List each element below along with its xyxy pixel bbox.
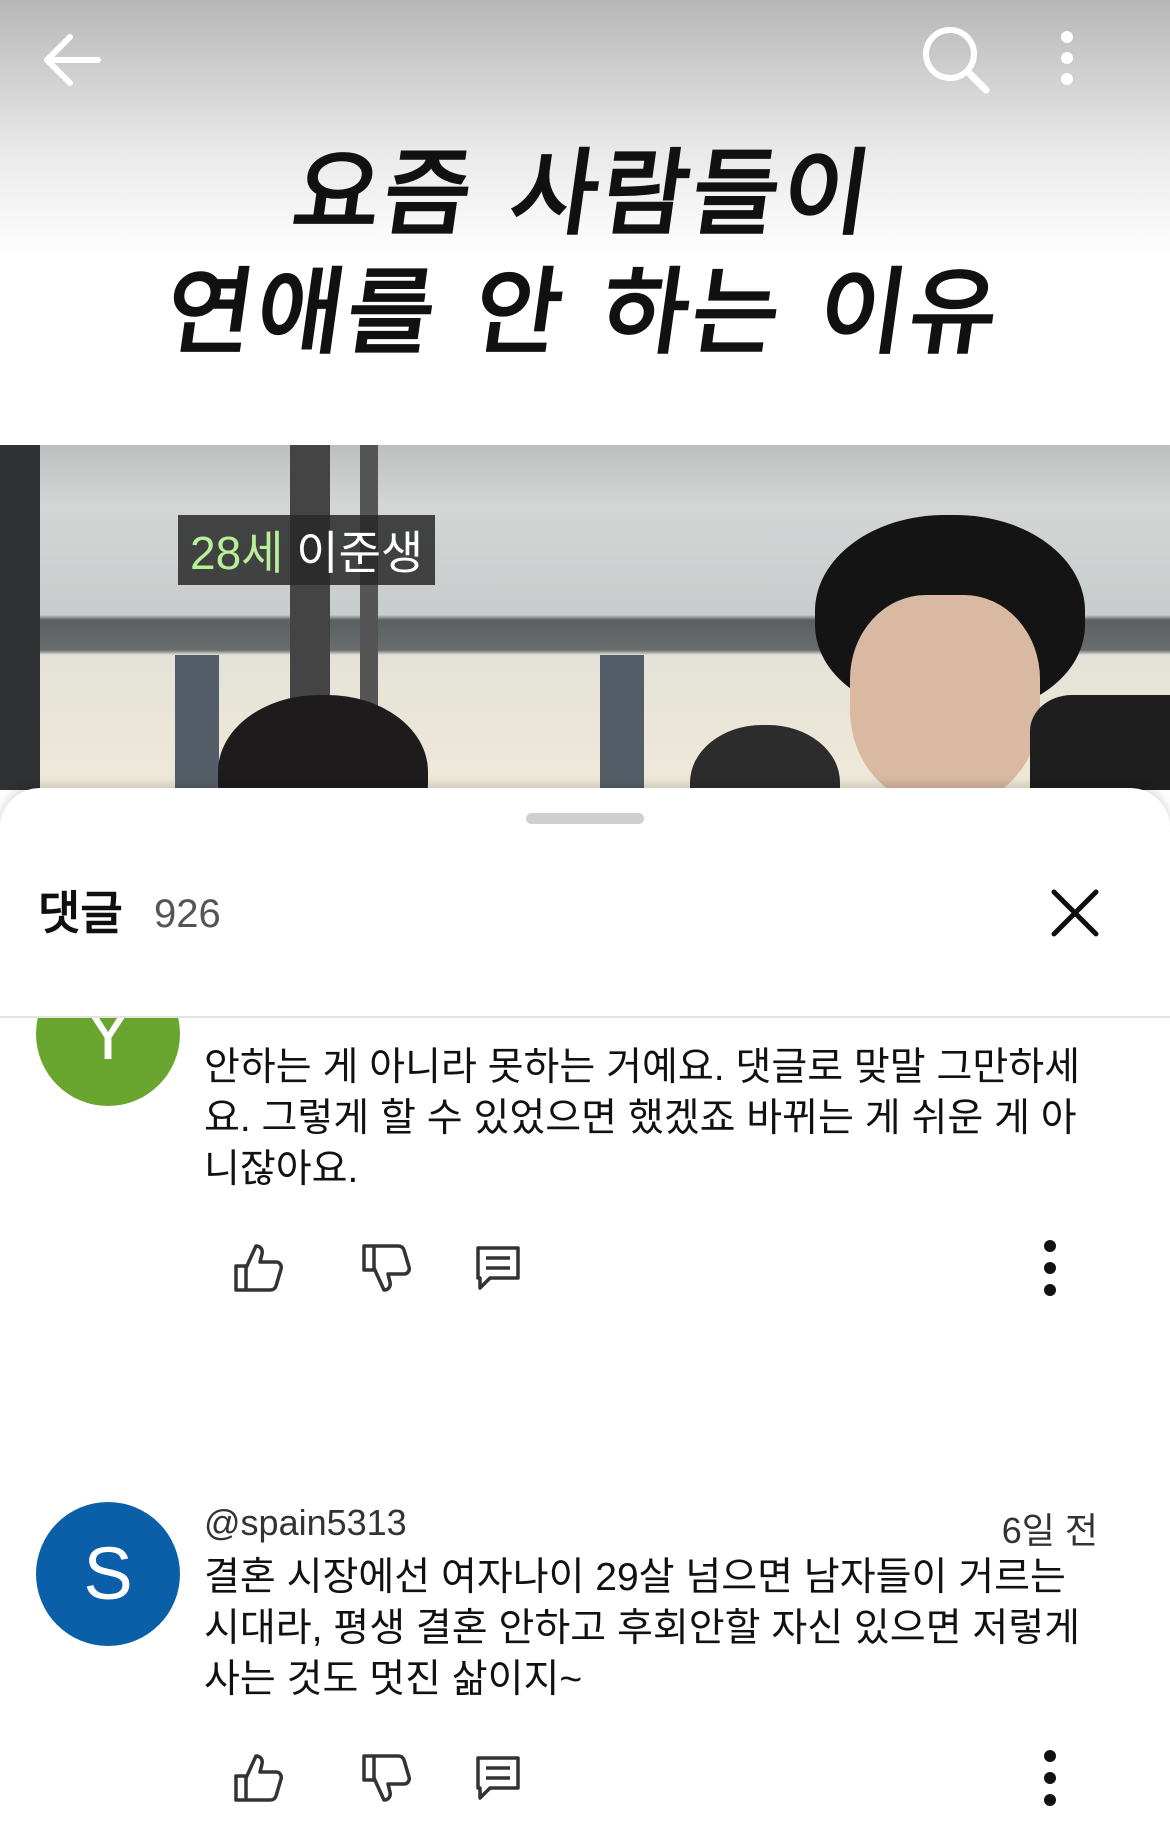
comment-item: S @spain5313 6일 전 결혼 시장에선 여자나이 29살 넘으면 남…	[0, 1502, 1170, 1821]
comment-more-button[interactable]	[1020, 1748, 1080, 1808]
reply-button[interactable]	[468, 1748, 528, 1808]
person-bg	[690, 725, 840, 790]
comments-header: 댓글 926	[0, 858, 1170, 968]
more-vertical-icon	[1044, 1750, 1056, 1806]
comment-text: 결혼 시장에선 여자나이 29살 넘으면 남자들이 거르는 시대라, 평생 결혼…	[204, 1556, 1081, 1701]
back-button[interactable]	[38, 25, 108, 95]
person-left	[218, 695, 428, 790]
video-player[interactable]: 요즘 사람들이 연애를 안 하는 이유 28세 이준생	[0, 0, 1170, 790]
search-icon	[923, 27, 990, 94]
comment-actions	[0, 1748, 1170, 1818]
thumbs-up-icon	[234, 1754, 283, 1802]
avatar[interactable]: S	[36, 1502, 180, 1646]
like-button[interactable]	[228, 1238, 288, 1298]
close-button[interactable]	[1042, 880, 1108, 946]
comment-more-button[interactable]	[1020, 1238, 1080, 1298]
speaker-caption: 28세 이준생	[178, 515, 436, 585]
more-vertical-icon	[1061, 31, 1073, 85]
reply-button[interactable]	[468, 1238, 528, 1298]
person-right-shoulder	[1030, 695, 1170, 790]
comment-time: 6일 전	[1001, 1510, 1098, 1551]
dislike-button[interactable]	[356, 1748, 416, 1808]
comments-count: 926	[154, 892, 221, 936]
comments-sheet: 댓글 926 Y 안하는 게 아니라 못하는 거예요. 댓글로 맞말 그만하세요…	[0, 788, 1170, 1821]
video-title-line-2: 연애를 안 하는 이유	[159, 259, 1009, 368]
comment-text: 안하는 게 아니라 못하는 거예요. 댓글로 맞말 그만하세요. 그렇게 할 수…	[204, 1046, 1081, 1191]
comment-icon	[476, 1246, 520, 1290]
comment-icon	[476, 1756, 520, 1800]
speaker-age: 28세	[190, 527, 284, 579]
dislike-button[interactable]	[356, 1238, 416, 1298]
comment-list[interactable]: Y 안하는 게 아니라 못하는 거예요. 댓글로 맞말 그만하세요. 그렇게 할…	[0, 1018, 1170, 1821]
person-right-face	[850, 595, 1040, 790]
comments-title: 댓글	[38, 886, 123, 940]
comment-item: Y 안하는 게 아니라 못하는 거예요. 댓글로 맞말 그만하세요. 그렇게 할…	[0, 1018, 1170, 1334]
like-button[interactable]	[228, 1748, 288, 1808]
thumbs-down-icon	[362, 1754, 411, 1802]
speaker-name: 이준생	[296, 527, 424, 579]
comment-actions	[0, 1238, 1170, 1308]
arrow-left-icon	[44, 34, 101, 86]
avatar-letter: Y	[83, 1018, 133, 1075]
thumbs-down-icon	[362, 1244, 411, 1292]
video-title-line-1: 요즘 사람들이	[286, 140, 882, 249]
more-vertical-icon	[1044, 1240, 1056, 1296]
search-button[interactable]	[918, 22, 992, 96]
thumbs-up-icon	[234, 1244, 283, 1292]
video-frame: 28세 이준생	[0, 445, 1170, 790]
drag-handle[interactable]	[526, 813, 644, 824]
more-options-button[interactable]	[1040, 22, 1094, 96]
close-icon	[1051, 889, 1099, 937]
comment-author[interactable]: @spain5313	[204, 1502, 407, 1544]
avatar[interactable]: Y	[36, 1018, 180, 1106]
avatar-letter: S	[83, 1532, 133, 1615]
